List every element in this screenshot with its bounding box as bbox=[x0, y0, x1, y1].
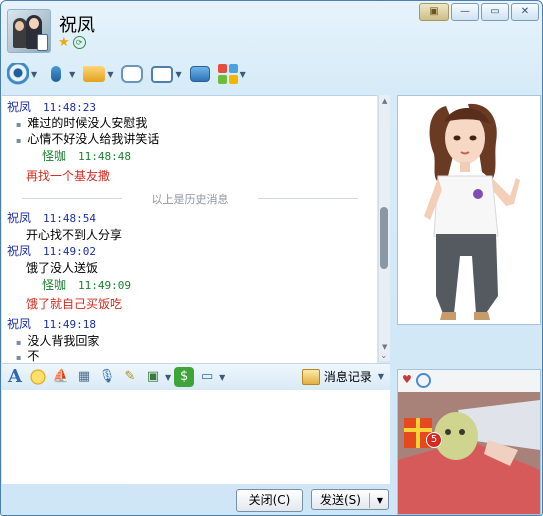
screen-share-icon bbox=[189, 66, 210, 82]
avatar-show-illustration bbox=[398, 96, 540, 324]
scroll-up-icon[interactable]: ▲ bbox=[382, 97, 387, 105]
contact-name: 祝凤 bbox=[59, 15, 95, 36]
status-icons: ★ ⟳ bbox=[58, 36, 86, 49]
message-text: 再找一个基友撒 bbox=[26, 169, 111, 183]
message-header: 祝凤 11:49:18 bbox=[7, 317, 96, 331]
history-icon bbox=[301, 368, 320, 385]
bottom-bar: 关闭(C) 发送(S) ▼ bbox=[2, 484, 392, 514]
message-text: 饿了就自己买饭吃 bbox=[26, 297, 123, 311]
message-text: ▪ 难过的时候没人安慰我 bbox=[16, 116, 148, 130]
contact-avatar-show[interactable] bbox=[397, 95, 541, 325]
font-icon[interactable]: A bbox=[5, 367, 25, 387]
voice-message-icon[interactable]: 🎙 bbox=[97, 367, 117, 387]
folder-icon bbox=[83, 66, 106, 82]
message-header: 祝凤 11:49:02 bbox=[7, 244, 96, 258]
message-history-button[interactable]: 消息记录 ▼ bbox=[301, 368, 384, 385]
message-text: ▪ 不 bbox=[16, 349, 40, 363]
capture-dropdown-icon[interactable]: ▼ bbox=[219, 373, 225, 382]
maximize-button[interactable]: ▭ bbox=[481, 3, 509, 21]
image-icon[interactable]: ▣ bbox=[143, 367, 163, 387]
zoom-icon[interactable] bbox=[415, 373, 431, 388]
send-file-button[interactable]: ▼ bbox=[81, 60, 115, 88]
message-header: 怪咖 11:49:09 bbox=[42, 278, 131, 292]
webcam-icon bbox=[7, 63, 29, 85]
main-toolbar: ▼ ▼ ▼ ▼ ▼ bbox=[5, 59, 248, 89]
message-text: 饿了没人送饭 bbox=[26, 261, 99, 275]
voice-call-button[interactable]: ▼ bbox=[43, 60, 77, 88]
message-header: 祝凤 11:48:23 bbox=[7, 100, 96, 114]
message-header: 怪咖 11:48:48 bbox=[42, 149, 131, 163]
group-chat-button[interactable] bbox=[119, 60, 145, 88]
image-dropdown-icon[interactable]: ▼ bbox=[165, 373, 171, 382]
scroll-to-bottom-icon[interactable]: ⌄ bbox=[380, 351, 388, 361]
share-screen-button[interactable] bbox=[188, 60, 212, 88]
refresh-icon[interactable]: ⟳ bbox=[72, 36, 86, 49]
history-scrollbar[interactable]: ▲ ▼ ⌄ bbox=[378, 95, 390, 361]
scroll-down-icon[interactable]: ▼ bbox=[382, 343, 387, 351]
apps-button[interactable]: ▼ bbox=[216, 60, 248, 88]
monitor-icon bbox=[151, 65, 174, 83]
camera-area[interactable]: ♥ 5 bbox=[397, 369, 541, 515]
close-button[interactable]: 关闭(C) bbox=[236, 489, 303, 512]
video-call-button[interactable]: ▼ bbox=[5, 60, 39, 88]
message-text: 开心找不到人分享 bbox=[26, 228, 123, 242]
gift-icon[interactable]: ♥ bbox=[402, 373, 412, 388]
chat-bubble-icon bbox=[121, 65, 144, 83]
shake-icon[interactable]: ⛵ bbox=[51, 367, 71, 387]
history-dropdown-icon: ▼ bbox=[377, 372, 384, 381]
message-input[interactable] bbox=[2, 390, 390, 484]
skin-button[interactable]: ▣ bbox=[419, 3, 449, 21]
close-window-button[interactable]: ✕ bbox=[511, 3, 539, 21]
camera-toolbar: ♥ bbox=[398, 370, 540, 392]
message-history[interactable]: 祝凤 11:48:23 ▪ 难过的时候没人安慰我 ▪ 心情不好没人给我讲笑话 怪咖 11… bbox=[2, 95, 377, 364]
star-icon[interactable]: ★ bbox=[58, 36, 70, 49]
send-options-icon[interactable]: ▼ bbox=[377, 490, 383, 511]
gift-badge: 5 bbox=[426, 432, 442, 448]
emoji-icon[interactable] bbox=[28, 367, 48, 387]
apps-grid-icon bbox=[217, 64, 238, 84]
microphone-icon bbox=[51, 66, 62, 82]
chat-window: 祝凤 ★ ⟳ ▣ — ▭ ✕ ▼ ▼ ▼ ▼ ▼ 祝凤 11:48:23 ▪ 难… bbox=[0, 0, 543, 516]
message-header: 祝凤 11:48:54 bbox=[7, 211, 96, 225]
screen-capture-icon[interactable]: ▭ bbox=[197, 367, 217, 387]
history-divider: 以上是历史消息 bbox=[22, 191, 358, 206]
screenshot-icon[interactable]: ▦ bbox=[74, 367, 94, 387]
scroll-thumb[interactable] bbox=[380, 207, 388, 269]
input-toolbar: A ⛵ ▦ 🎙 ✎ ▣ ▼ $ ▭ ▼ 消息记录 ▼ bbox=[2, 363, 390, 390]
minimize-button[interactable]: — bbox=[451, 3, 479, 21]
remote-assist-button[interactable]: ▼ bbox=[149, 60, 183, 88]
note-icon[interactable]: ✎ bbox=[120, 367, 140, 387]
message-text: ▪ 心情不好没人给我讲笑话 bbox=[16, 132, 160, 146]
window-controls: ▣ — ▭ ✕ bbox=[419, 3, 539, 21]
music-icon[interactable]: $ bbox=[174, 367, 195, 387]
contact-avatar[interactable] bbox=[7, 9, 51, 53]
send-button[interactable]: 发送(S) ▼ bbox=[311, 489, 389, 510]
